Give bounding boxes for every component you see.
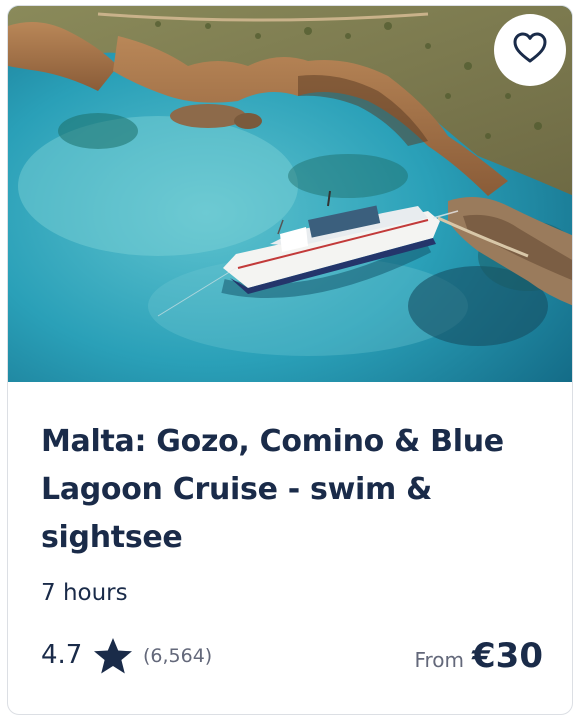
price-block: From €30 — [414, 636, 543, 676]
favorite-button[interactable] — [494, 14, 566, 86]
review-count: (6,564) — [143, 645, 213, 667]
star-icon — [93, 637, 133, 679]
rating-row: 4.7 (6,564) From €30 — [41, 636, 551, 680]
price-from-label: From — [414, 648, 465, 672]
activity-photo[interactable] — [8, 6, 572, 382]
activity-card[interactable]: Malta: Gozo, Comino & Blue Lagoon Cruise… — [7, 5, 573, 715]
activity-title[interactable]: Malta: Gozo, Comino & Blue Lagoon Cruise… — [41, 418, 551, 562]
heart-outline-icon — [513, 32, 547, 68]
card-details: Malta: Gozo, Comino & Blue Lagoon Cruise… — [41, 382, 551, 676]
price-value: €30 — [472, 636, 543, 676]
activity-duration: 7 hours — [41, 580, 128, 606]
rating-value: 4.7 — [41, 640, 83, 670]
